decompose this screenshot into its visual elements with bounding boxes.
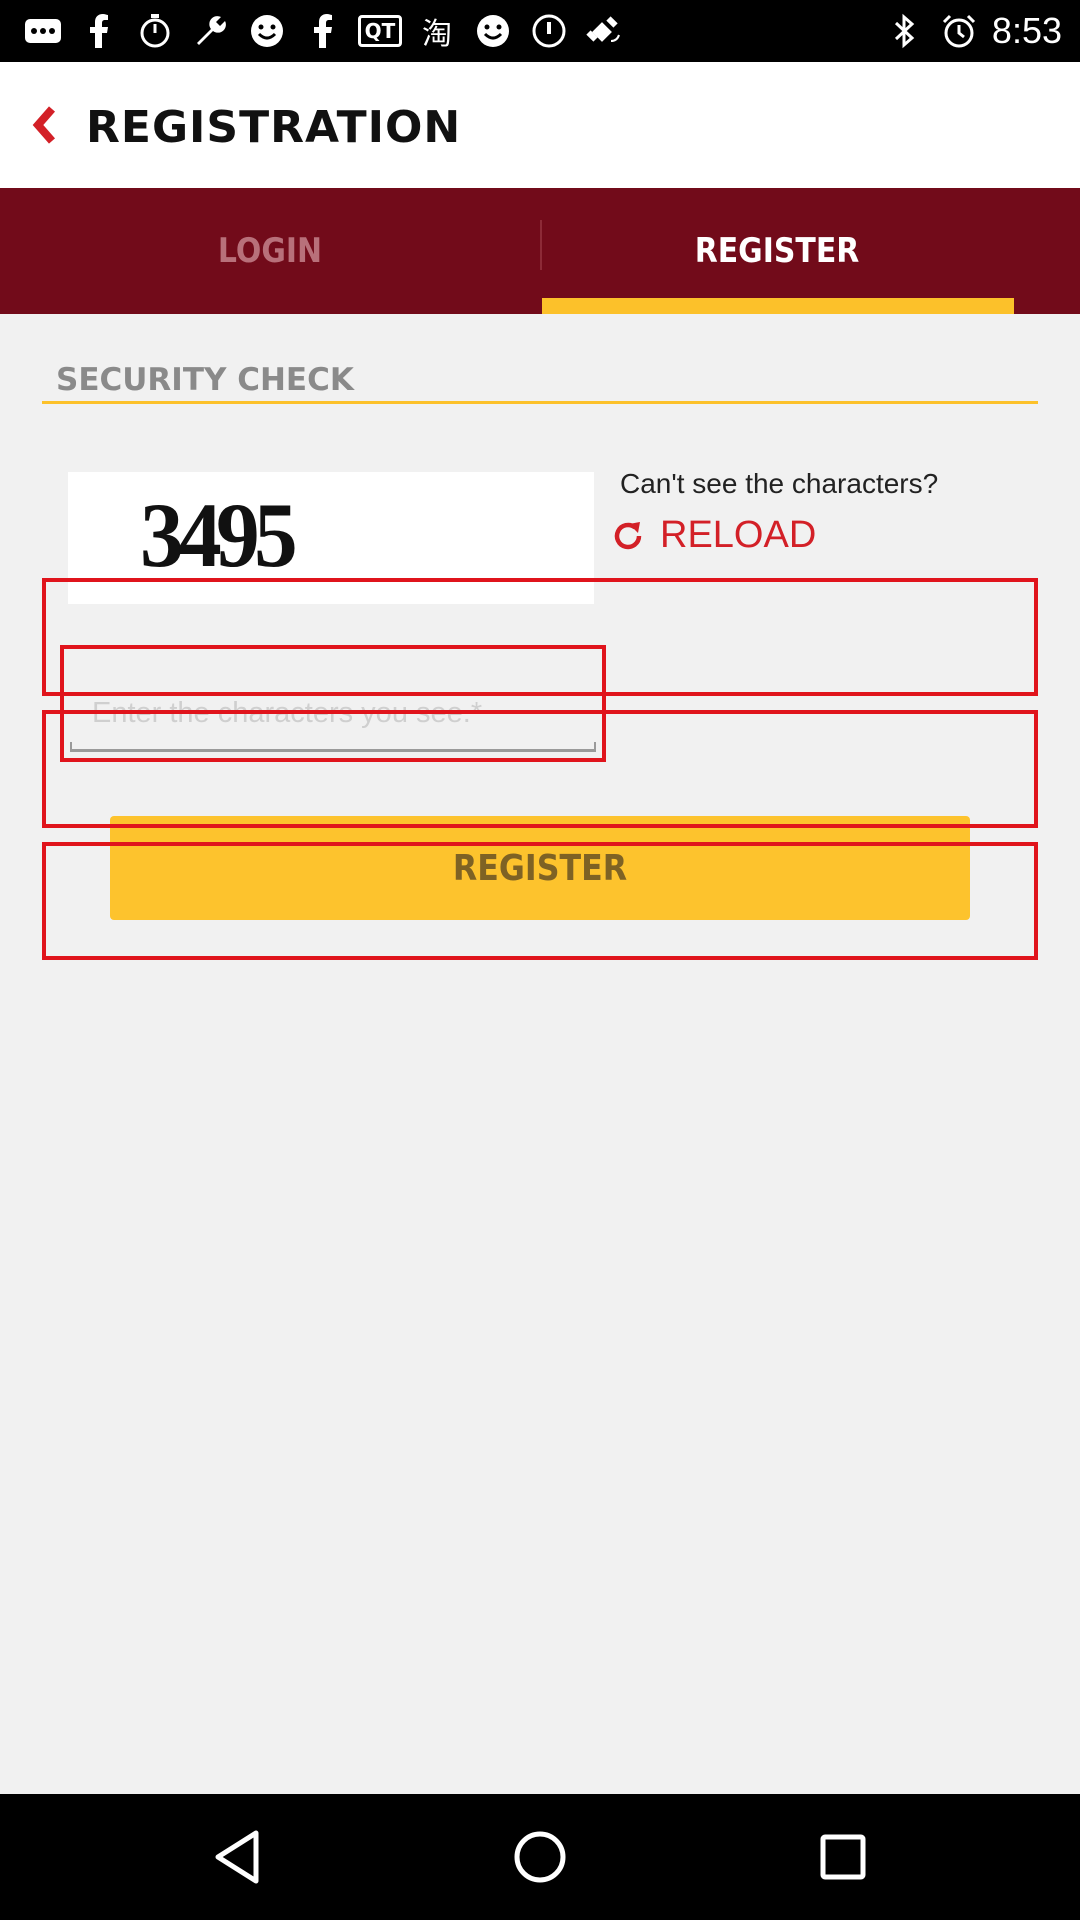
reload-button[interactable]: RELOAD: [610, 514, 816, 557]
back-triangle-icon: [215, 1830, 259, 1884]
more-icon: [22, 10, 64, 52]
reload-label: RELOAD: [660, 514, 817, 556]
navigation-bar: [0, 1794, 1080, 1920]
alarm-icon: [938, 10, 980, 52]
highlight-box: [42, 710, 1038, 828]
page-title: REGISTRATION: [86, 102, 462, 153]
cant-see-text: Can't see the characters?: [620, 468, 939, 499]
wrench-icon: [190, 10, 232, 52]
section-divider: [42, 401, 1038, 404]
bluetooth-icon: [884, 10, 926, 52]
smiley-icon: [246, 10, 288, 52]
taobao-icon: 淘: [422, 17, 452, 52]
system-icons: 8:53: [884, 10, 1062, 52]
tab-register[interactable]: REGISTER: [568, 188, 985, 314]
app-bar: REGISTRATION: [0, 62, 1080, 188]
tab-bar: LOGIN REGISTER: [0, 188, 1080, 314]
power-icon: [528, 10, 570, 52]
fake-gps-icon: [584, 10, 626, 52]
stopwatch-icon: [134, 10, 176, 52]
clock: 8:53: [991, 10, 1062, 51]
reload-icon: [614, 521, 642, 549]
section-title: SECURITY CHECK: [56, 362, 354, 398]
back-button[interactable]: [22, 98, 66, 152]
captcha-text: 3495: [140, 484, 298, 586]
smiley-icon: [472, 10, 514, 52]
qt-icon: QT: [358, 15, 402, 47]
notification-icons: QT 淘: [22, 10, 626, 52]
facebook-icon: [302, 10, 344, 52]
tab-divider: [540, 220, 542, 270]
chevron-left-icon: [32, 106, 56, 144]
home-circle-icon: [514, 1831, 566, 1883]
nav-recents-button[interactable]: [808, 1822, 878, 1892]
nav-home-button[interactable]: [505, 1822, 575, 1892]
recents-square-icon: [820, 1834, 866, 1880]
nav-back-button[interactable]: [202, 1822, 272, 1892]
facebook-icon: [78, 10, 120, 52]
active-tab-indicator: [542, 298, 1014, 314]
highlight-box: [42, 842, 1038, 960]
status-bar: QT 淘 8:53: [0, 0, 1080, 62]
tab-login[interactable]: LOGIN: [32, 188, 507, 314]
